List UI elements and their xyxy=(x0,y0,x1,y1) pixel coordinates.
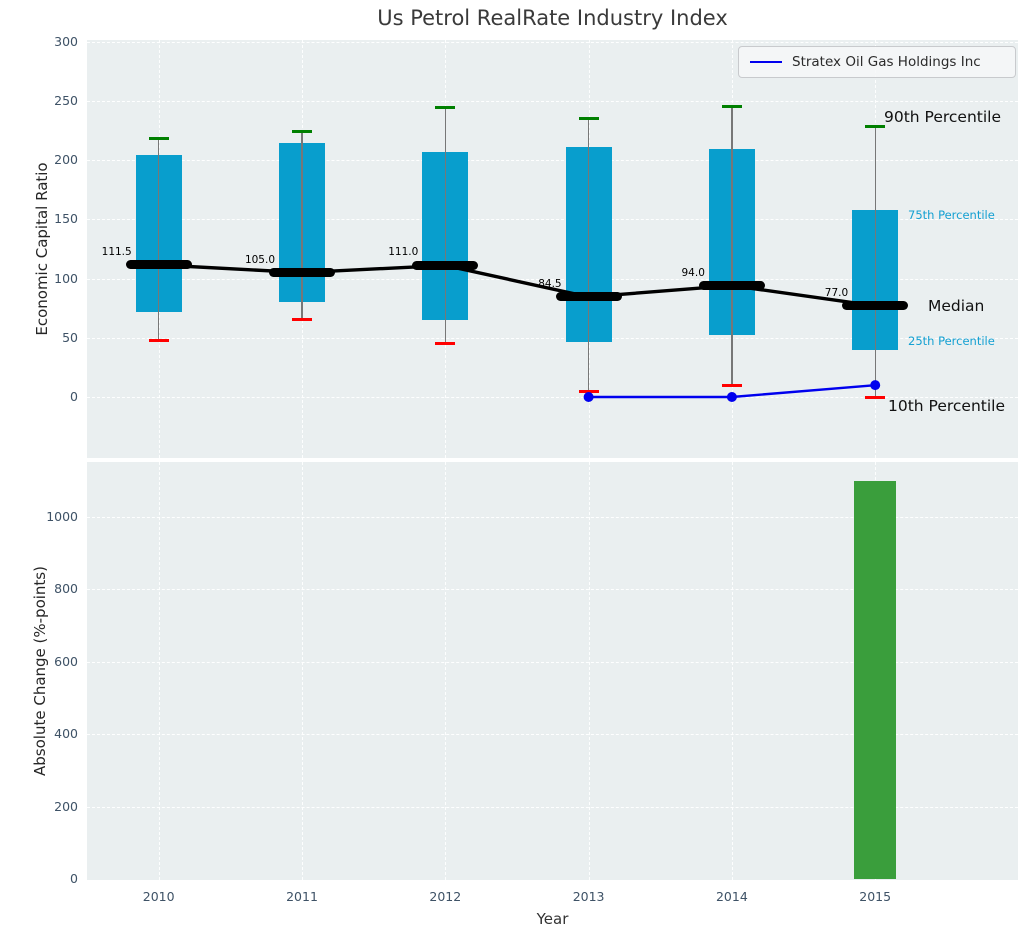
gridline-h xyxy=(87,101,1018,102)
median-label-2011: 105.0 xyxy=(205,254,275,266)
cap-90th-2010 xyxy=(149,137,169,140)
median-marker-2015 xyxy=(842,301,908,310)
median-label-2012: 111.0 xyxy=(348,246,418,258)
y-tick-label: 1000 xyxy=(0,509,78,524)
annotation-25th-percentile: 25th Percentile xyxy=(908,334,995,348)
annotation-75th-percentile: 75th Percentile xyxy=(908,208,995,222)
cap-10th-2015 xyxy=(865,396,885,399)
gridline-v xyxy=(445,462,446,880)
whisker-2014 xyxy=(731,107,732,385)
y-tick-label: 400 xyxy=(0,726,78,741)
median-marker-2012 xyxy=(412,261,478,270)
top-y-axis-label: Economic Capital Ratio xyxy=(33,149,51,349)
median-label-2015: 77.0 xyxy=(778,287,848,299)
x-tick-label: 2011 xyxy=(267,889,337,904)
y-tick-label: 300 xyxy=(0,34,78,49)
legend-label: Stratex Oil Gas Holdings Inc xyxy=(792,54,981,70)
legend-line-swatch xyxy=(750,61,782,63)
cap-90th-2014 xyxy=(722,105,742,108)
whisker-2013 xyxy=(588,119,589,392)
x-axis-label: Year xyxy=(87,910,1018,928)
median-marker-2011 xyxy=(269,268,335,277)
y-tick-label: 0 xyxy=(0,871,78,886)
whisker-2012 xyxy=(445,108,446,344)
cap-90th-2011 xyxy=(292,130,312,133)
cap-90th-2012 xyxy=(435,106,455,109)
median-marker-2013 xyxy=(556,292,622,301)
cap-10th-2012 xyxy=(435,342,455,345)
cap-90th-2013 xyxy=(579,117,599,120)
x-tick-label: 2010 xyxy=(124,889,194,904)
y-tick-label: 0 xyxy=(0,389,78,404)
whisker-2010 xyxy=(158,139,159,340)
y-tick-label: 200 xyxy=(0,799,78,814)
median-label-2014: 94.0 xyxy=(635,267,705,279)
x-tick-label: 2014 xyxy=(697,889,767,904)
gridline-h xyxy=(87,42,1018,43)
gridline-v xyxy=(302,462,303,880)
x-tick-label: 2015 xyxy=(840,889,910,904)
industry-index-plot: 111.5105.0111.084.594.077.0 xyxy=(87,40,1018,458)
y-tick-label: 100 xyxy=(0,271,78,286)
x-tick-label: 2012 xyxy=(410,889,480,904)
absolute-change-plot xyxy=(87,462,1018,880)
cap-10th-2010 xyxy=(149,339,169,342)
whisker-2015 xyxy=(875,127,876,397)
gridline-v xyxy=(732,462,733,880)
gridline-v xyxy=(159,462,160,880)
median-label-2013: 84.5 xyxy=(492,278,562,290)
annotation-median: Median xyxy=(928,297,984,315)
legend: Stratex Oil Gas Holdings Inc xyxy=(738,46,1016,78)
annotation-10th-percentile: 10th Percentile xyxy=(888,397,1005,415)
y-tick-label: 200 xyxy=(0,152,78,167)
whisker-2011 xyxy=(301,132,302,320)
x-tick-label: 2013 xyxy=(554,889,624,904)
cap-10th-2014 xyxy=(722,384,742,387)
y-tick-label: 250 xyxy=(0,93,78,108)
figure: Us Petrol RealRate Industry Index Econom… xyxy=(0,0,1026,942)
median-marker-2010 xyxy=(126,260,192,269)
y-tick-label: 600 xyxy=(0,654,78,669)
y-tick-label: 150 xyxy=(0,211,78,226)
cap-10th-2011 xyxy=(292,318,312,321)
median-label-2010: 111.5 xyxy=(62,246,132,258)
gridline-h xyxy=(87,160,1018,161)
annotation-90th-percentile: 90th Percentile xyxy=(884,108,1001,126)
cap-10th-2013 xyxy=(579,390,599,393)
gridline-v xyxy=(589,462,590,880)
change-bar-2015 xyxy=(854,481,896,879)
cap-90th-2015 xyxy=(865,125,885,128)
y-tick-label: 800 xyxy=(0,581,78,596)
y-tick-label: 50 xyxy=(0,330,78,345)
median-marker-2014 xyxy=(699,281,765,290)
chart-title: Us Petrol RealRate Industry Index xyxy=(87,6,1018,30)
